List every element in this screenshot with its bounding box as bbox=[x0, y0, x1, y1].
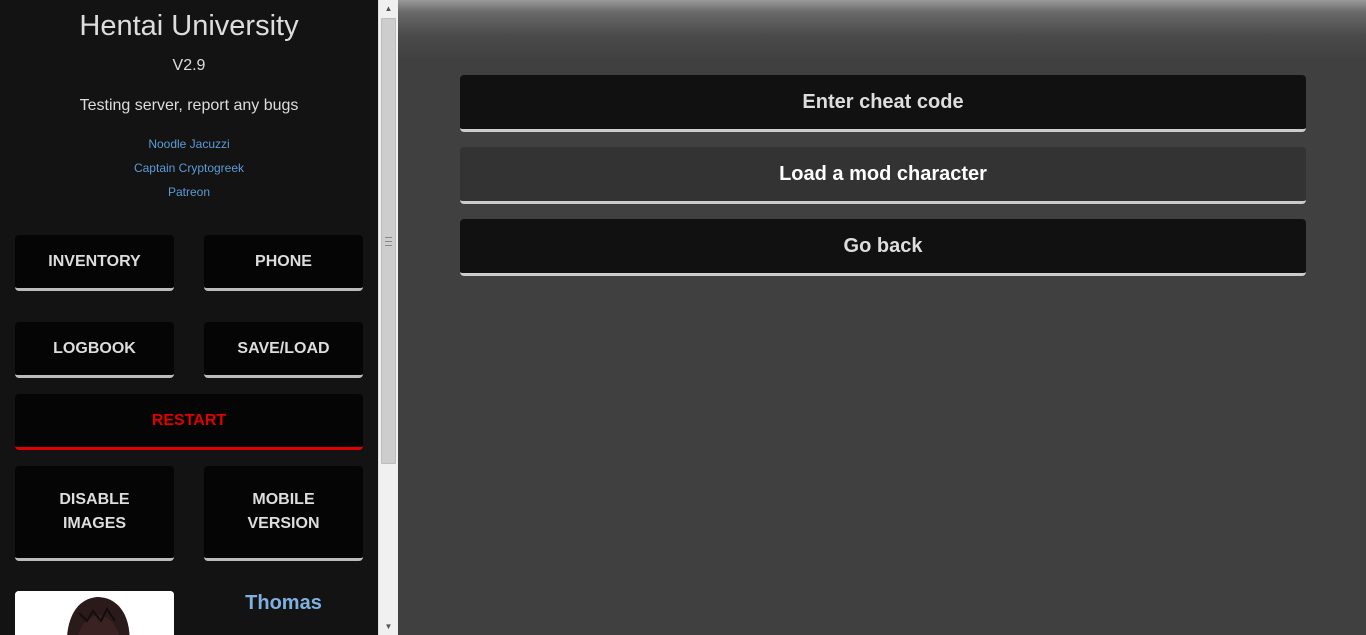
top-shadow bbox=[398, 0, 1366, 60]
scrollbar-thumb[interactable] bbox=[381, 18, 396, 464]
link-noodle-jacuzzi[interactable]: Noodle Jacuzzi bbox=[0, 137, 378, 151]
mobile-version-button[interactable]: MOBILE VERSION bbox=[204, 466, 363, 561]
load-mod-character-button[interactable]: Load a mod character bbox=[460, 147, 1306, 204]
restart-button[interactable]: RESTART bbox=[15, 394, 363, 450]
link-captain-cryptogreek[interactable]: Captain Cryptogreek bbox=[0, 161, 378, 175]
grip-icon bbox=[385, 236, 392, 246]
app-title: Hentai University bbox=[79, 10, 299, 42]
save-load-button[interactable]: SAVE/LOAD bbox=[204, 322, 363, 378]
main-content: Enter cheat code Load a mod character Go… bbox=[398, 0, 1366, 635]
link-patreon[interactable]: Patreon bbox=[0, 185, 378, 199]
sidebar: Hentai University V2.9 Testing server, r… bbox=[0, 0, 378, 635]
character-hair-image bbox=[15, 591, 174, 635]
scroll-up-arrow-icon[interactable]: ▲ bbox=[379, 0, 398, 17]
go-back-button[interactable]: Go back bbox=[460, 219, 1306, 276]
server-note: Testing server, report any bugs bbox=[79, 97, 299, 114]
inventory-button[interactable]: INVENTORY bbox=[15, 235, 174, 291]
scroll-down-arrow-icon[interactable]: ▼ bbox=[379, 618, 398, 635]
character-portrait bbox=[15, 591, 174, 635]
logbook-button[interactable]: LOGBOOK bbox=[15, 322, 174, 378]
sidebar-scrollbar[interactable]: ▲ ▼ bbox=[378, 0, 398, 635]
phone-button[interactable]: PHONE bbox=[204, 235, 363, 291]
enter-cheat-code-button[interactable]: Enter cheat code bbox=[460, 75, 1306, 132]
version-label: V2.9 bbox=[172, 57, 206, 74]
character-name: Thomas bbox=[245, 592, 322, 614]
disable-images-button[interactable]: DISABLE IMAGES bbox=[15, 466, 174, 561]
